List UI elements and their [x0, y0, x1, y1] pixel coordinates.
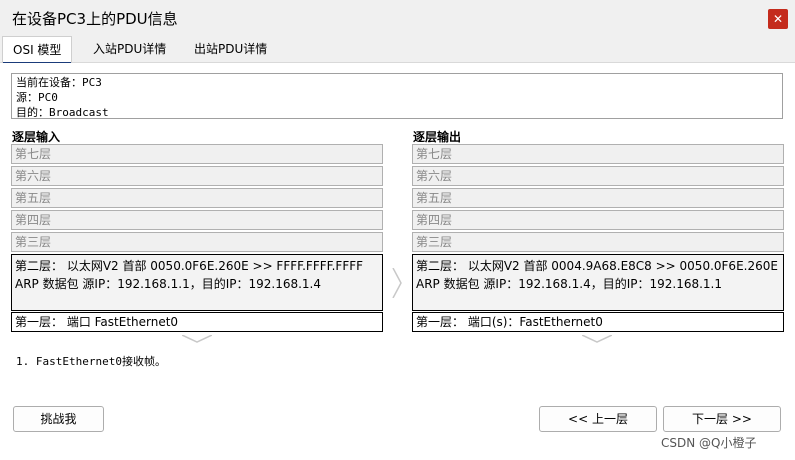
- in-layer-2[interactable]: 第二层： 以太网V2 首部 0050.0F6E.260E >> FFFF.FFF…: [11, 254, 383, 311]
- out-layer-3[interactable]: 第三层: [412, 232, 784, 252]
- step-item: 1. FastEthernet0接收帧。: [16, 355, 166, 368]
- out-layer-5[interactable]: 第五层: [412, 188, 784, 208]
- right-arrow-icon: [392, 268, 402, 298]
- watermark: CSDN @Q小橙子: [661, 436, 757, 450]
- close-button[interactable]: ✕: [768, 9, 788, 29]
- prev-layer-button[interactable]: << 上一层: [539, 406, 657, 432]
- in-layer-1[interactable]: 第一层： 端口 FastEthernet0: [11, 312, 383, 332]
- tab-osi-model[interactable]: OSI 模型: [2, 36, 73, 65]
- out-layers-title: 逐层输出: [413, 130, 462, 144]
- in-layer-6[interactable]: 第六层: [11, 166, 383, 186]
- next-layer-button[interactable]: 下一层 >>: [663, 406, 781, 432]
- out-layer-1[interactable]: 第一层： 端口(s)：FastEthernet0: [412, 312, 784, 332]
- in-layer-7[interactable]: 第七层: [11, 144, 383, 164]
- osi-model-panel: 当前在设备：PC3 源：PC0 目的：Broadcast 逐层输入 第七层 第六…: [0, 63, 795, 460]
- in-layer-3[interactable]: 第三层: [11, 232, 383, 252]
- pdu-info-box: 当前在设备：PC3 源：PC0 目的：Broadcast: [11, 73, 783, 119]
- close-icon: ✕: [772, 12, 784, 26]
- in-layer-5[interactable]: 第五层: [11, 188, 383, 208]
- title-bar: 在设备PC3上的PDU信息 ✕: [0, 0, 795, 36]
- current-device: 当前在设备：PC3: [16, 76, 102, 89]
- out-down-arrow-icon: [582, 335, 612, 343]
- out-layer-2[interactable]: 第二层： 以太网V2 首部 0004.9A68.E8C8 >> 0050.0F6…: [412, 254, 784, 311]
- source-device: 源：PC0: [16, 91, 58, 104]
- challenge-button[interactable]: 挑战我: [13, 406, 104, 432]
- in-layers-title: 逐层输入: [12, 130, 61, 144]
- out-layer-7[interactable]: 第七层: [412, 144, 784, 164]
- step-list: 1. FastEthernet0接收帧。: [16, 353, 166, 369]
- tab-outbound-pdu[interactable]: 出站PDU详情: [184, 36, 277, 60]
- tab-inbound-pdu[interactable]: 入站PDU详情: [83, 36, 176, 60]
- destination: 目的：Broadcast: [16, 106, 109, 119]
- out-layer-4[interactable]: 第四层: [412, 210, 784, 230]
- out-layer-6[interactable]: 第六层: [412, 166, 784, 186]
- in-layer-4[interactable]: 第四层: [11, 210, 383, 230]
- in-down-arrow-icon: [182, 335, 212, 343]
- window-title: 在设备PC3上的PDU信息: [12, 10, 178, 28]
- tab-bar: OSI 模型 入站PDU详情 出站PDU详情: [0, 36, 795, 65]
